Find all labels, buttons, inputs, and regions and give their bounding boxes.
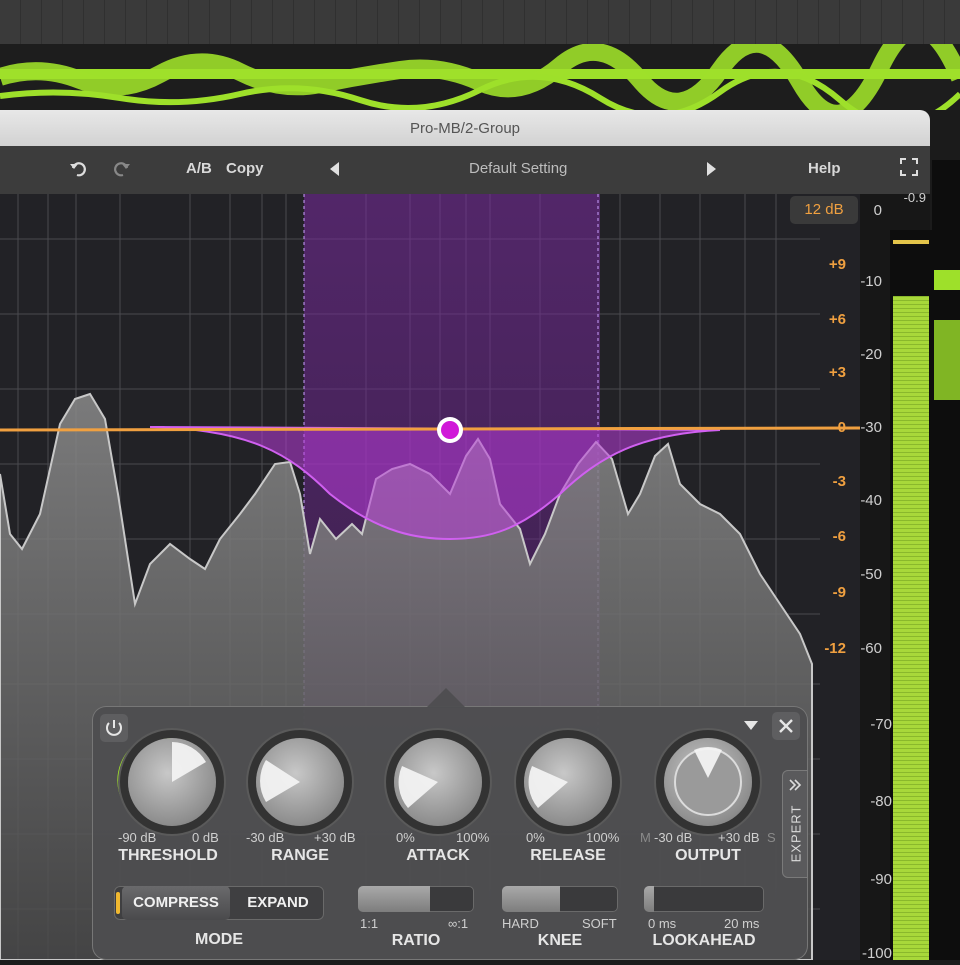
expert-tab[interactable]: EXPERT [782,770,808,878]
expert-expand-icon [789,779,802,791]
meter-zero-label: 0 [873,202,882,219]
daw-timeline-ruler[interactable] [0,0,960,44]
knee-slider-fill [502,886,560,912]
level-label-10: -10 [860,273,882,290]
mode-label: MODE [195,931,243,948]
lookahead-label: LOOKAHEAD [652,932,756,949]
gain-label-minus3: -3 [832,473,846,490]
level-label-90: -90 [870,871,892,888]
output-min: -30 dB [654,830,693,845]
gain-label-minus9: -9 [832,584,846,601]
threshold-max: 0 dB [192,830,219,845]
attack-knob[interactable] [394,738,482,826]
attack-min: 0% [396,830,415,845]
lookahead-min: 0 ms [648,916,677,931]
level-label-80: -80 [870,793,892,810]
ratio-label: RATIO [391,932,441,949]
knee-slider[interactable] [502,886,618,912]
gain-label-plus6: +6 [828,311,846,328]
level-label-30: -30 [860,419,882,436]
ratio-slider[interactable] [358,886,474,912]
redo-icon[interactable] [110,160,132,182]
preset-next-icon[interactable] [706,162,716,180]
level-label-100: -100 [861,945,892,962]
level-label-60: -60 [860,640,882,657]
gain-label-plus3: +3 [828,364,846,381]
band-panel-pointer [426,688,466,708]
output-side-letter: S [767,830,776,845]
daw-audio-clip[interactable] [0,19,960,128]
range-knob[interactable] [256,738,344,826]
release-max: 100% [586,830,620,845]
threshold-knob[interactable] [128,738,216,826]
window-title: Pro-MB/2-Group [0,110,930,146]
close-icon[interactable] [772,712,800,745]
lookahead-slider[interactable] [644,886,764,912]
level-label-70: -70 [870,716,892,733]
undo-icon[interactable] [68,160,90,182]
preset-previous-icon[interactable] [330,162,340,180]
preset-name[interactable]: Default Setting [469,160,567,177]
level-label-20: -20 [860,346,882,363]
expand-button[interactable]: EXPAND [234,886,322,920]
daw-track-strip [932,160,960,960]
ab-button[interactable]: A/B [186,160,212,177]
knee-min: HARD [502,916,539,931]
fullscreen-icon[interactable] [900,158,918,180]
release-min: 0% [526,830,545,845]
compress-button[interactable]: COMPRESS [122,886,230,920]
range-max: +30 dB [314,830,356,845]
band-panel: -90 dB 0 dB THRESHOLD -30 dB +30 dB RANG… [92,688,808,960]
release-knob[interactable] [524,738,612,826]
range-min: -30 dB [246,830,285,845]
copy-button[interactable]: Copy [226,160,264,177]
level-label-40: -40 [860,492,882,509]
threshold-min: -90 dB [118,830,157,845]
plugin-toolbar: A/B Copy Default Setting Help [0,146,930,194]
ratio-min: 1:1 [360,916,379,931]
gain-label-plus9: +9 [828,256,846,273]
waveform [0,19,960,128]
range-label: RANGE [271,847,329,864]
help-button[interactable]: Help [808,160,841,177]
response-line [0,426,861,432]
output-label: OUTPUT [675,847,741,864]
lookahead-max: 20 ms [724,916,760,931]
output-meter-level [893,296,929,960]
chevron-down-icon[interactable] [744,718,758,736]
meter-peak-label: -0.9 [903,190,926,205]
display-range-button[interactable]: 12 dB [790,196,858,224]
lookahead-slider-fill [644,886,654,912]
output-meter-peak [893,240,929,244]
ratio-max: ∞:1 [448,916,469,931]
output-mid-letter: M [640,830,651,845]
knee-max: SOFT [582,916,617,931]
knee-label: KNEE [537,932,583,949]
output-max: +30 dB [718,830,760,845]
attack-max: 100% [456,830,490,845]
expert-label: EXPERT [788,804,804,863]
release-label: RELEASE [530,847,606,864]
output-knob[interactable] [664,738,752,826]
attack-label: ATTACK [406,847,470,864]
gain-label-minus6: -6 [832,528,846,545]
threshold-label: THRESHOLD [118,847,218,864]
ratio-slider-fill [358,886,430,912]
mode-selector: COMPRESS EXPAND [114,886,324,920]
level-label-50: -50 [860,566,882,583]
